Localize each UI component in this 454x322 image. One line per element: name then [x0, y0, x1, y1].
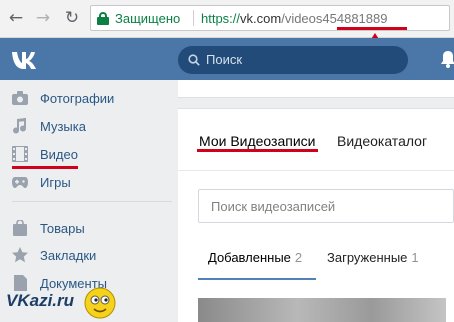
- film-icon: [12, 146, 28, 162]
- vk-logo-icon[interactable]: [10, 47, 46, 71]
- sidebar-item-label: Закладки: [40, 247, 97, 263]
- sidebar-item-label: Товары: [40, 220, 85, 236]
- subtab-active-underline: [198, 278, 316, 280]
- sidebar-item-games[interactable]: Игры: [12, 172, 71, 192]
- url-text[interactable]: https://vk.com/videos454881889: [201, 11, 387, 26]
- video-search-input[interactable]: Поиск видеозаписей: [198, 189, 454, 223]
- document-icon: [12, 275, 28, 291]
- url-host: vk.com: [240, 11, 282, 26]
- subtab-label: Загруженные: [327, 250, 408, 265]
- tabs-divider: [178, 170, 454, 171]
- video-search-placeholder: Поиск видеозаписей: [211, 199, 336, 214]
- subtab-count: 2: [294, 250, 303, 265]
- lock-icon: [97, 12, 109, 25]
- videos-card: Мои Видеозаписи Видеокаталог Поиск видео…: [178, 108, 454, 322]
- site-watermark: VKazi.ru: [6, 291, 75, 310]
- search-icon: [188, 54, 200, 66]
- sidebar-item-label: Музыка: [40, 118, 86, 134]
- video-thumbnail[interactable]: [198, 298, 446, 322]
- url-id-highlight: [337, 27, 407, 30]
- star-icon: [12, 247, 28, 263]
- url-path: /videos: [281, 11, 323, 26]
- back-arrow-icon[interactable]: ←: [6, 8, 26, 28]
- subtab-uploaded[interactable]: Загруженные 1: [327, 250, 419, 265]
- tab-video-catalog[interactable]: Видеокаталог: [337, 133, 427, 149]
- music-note-icon: [12, 118, 28, 134]
- vk-header: Поиск: [0, 38, 454, 80]
- reload-icon[interactable]: ↻: [62, 8, 82, 28]
- sidebar-item-label: Видео: [40, 146, 78, 162]
- header-search-placeholder: Поиск: [206, 52, 243, 67]
- sidebar-item-goods[interactable]: Товары: [12, 218, 85, 238]
- tab-my-videos[interactable]: Мои Видеозаписи: [199, 133, 315, 149]
- subtab-label: Добавленные: [208, 250, 291, 265]
- sidebar-item-bookmarks[interactable]: Закладки: [12, 245, 96, 265]
- shopping-bag-icon: [12, 220, 28, 236]
- sidebar-item-video[interactable]: Видео: [12, 144, 78, 164]
- bell-icon[interactable]: [440, 50, 454, 68]
- smiley-icon: [84, 287, 116, 319]
- camera-icon: [12, 90, 28, 106]
- url-user-id: 454881889: [322, 11, 388, 26]
- forward-arrow-icon[interactable]: →: [33, 8, 53, 28]
- gamepad-icon: [12, 174, 28, 190]
- url-scheme: https://: [201, 11, 241, 26]
- address-separator: [193, 10, 194, 26]
- video-highlight-underline: [12, 166, 78, 169]
- sidebar-item-label: Фотографии: [40, 90, 115, 106]
- subtab-count: 1: [411, 250, 419, 265]
- sidebar-divider: [12, 201, 172, 202]
- sidebar-item-label: Игры: [40, 174, 71, 190]
- header-search-input[interactable]: Поиск: [178, 46, 408, 74]
- subtab-added[interactable]: Добавленные 2: [208, 250, 302, 265]
- sidebar-item-photos[interactable]: Фотографии: [12, 88, 114, 108]
- left-sidebar: Фотографии Музыка Видео Игры Товары Закл…: [0, 80, 178, 322]
- browser-toolbar: ← → ↻ Защищено https://vk.com/videos4548…: [0, 0, 454, 38]
- sidebar-item-music[interactable]: Музыка: [12, 116, 86, 136]
- my-videos-highlight-underline: [197, 149, 318, 152]
- top-card: [178, 80, 454, 98]
- secure-label: Защищено: [115, 11, 181, 26]
